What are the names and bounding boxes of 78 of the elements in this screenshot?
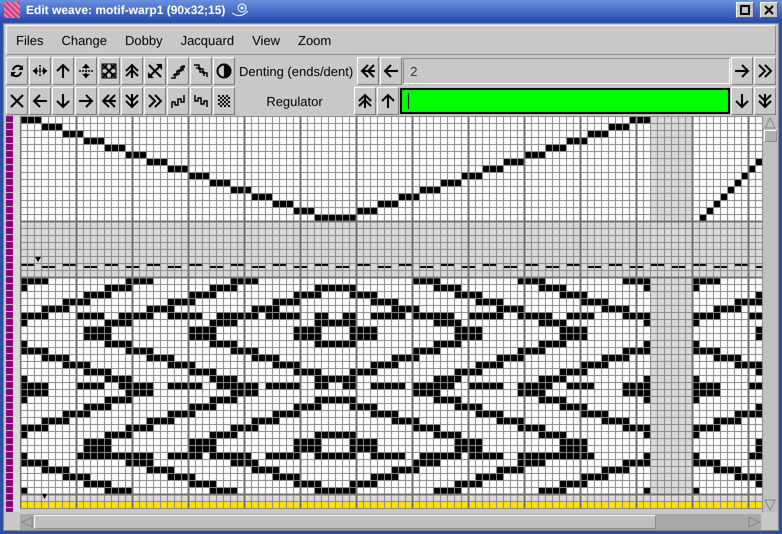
step-blocks-down-icon — [193, 93, 209, 109]
vertical-arrows-icon — [78, 63, 94, 79]
arrow-right-button[interactable] — [731, 57, 753, 85]
maximize-icon — [740, 5, 750, 15]
cross-button[interactable] — [6, 87, 28, 115]
menu-item[interactable]: Jacquard — [172, 32, 244, 48]
diagonal-arrows-button[interactable] — [144, 57, 166, 85]
checker-pattern-icon — [101, 63, 117, 79]
arrow-right-button[interactable] — [75, 87, 97, 115]
dotted-checker-button[interactable] — [213, 87, 235, 115]
double-arrow-down-icon — [757, 93, 773, 109]
arrow-down-button[interactable] — [52, 87, 74, 115]
double-arrow-down-icon — [124, 93, 140, 109]
close-icon — [764, 5, 774, 15]
arrow-down-icon — [55, 93, 71, 109]
stairs-down-icon — [193, 63, 209, 79]
stairs-button[interactable] — [167, 57, 189, 85]
double-arrow-down-button[interactable] — [121, 87, 143, 115]
menu-item[interactable]: Files — [7, 32, 52, 48]
double-arrow-right-icon — [147, 93, 163, 109]
arrow-left-button[interactable] — [380, 57, 402, 85]
arrow-left-icon — [383, 63, 400, 79]
vertical-arrows-button[interactable] — [75, 57, 97, 85]
scrollbar-thumb[interactable] — [34, 515, 656, 529]
half-circle-icon — [216, 63, 232, 79]
double-arrow-left-icon — [101, 93, 117, 109]
horizontal-arrows-icon — [32, 63, 48, 79]
window-title: Edit weave: motif-warp1 (90x32;15) — [26, 3, 226, 17]
rotate-arrows-icon — [9, 63, 25, 79]
arrow-left-button[interactable] — [29, 87, 51, 115]
step-blocks-down-button[interactable] — [190, 87, 212, 115]
menu-item[interactable]: Zoom — [289, 32, 340, 48]
arrow-left-icon — [32, 93, 48, 109]
stairs-icon — [170, 63, 186, 79]
regulator-label: Regulator — [265, 94, 324, 108]
menu-item[interactable]: Change — [52, 32, 116, 48]
stairs-down-button[interactable] — [190, 57, 212, 85]
double-arrow-down-button[interactable] — [754, 87, 776, 115]
double-arrow-up-button[interactable] — [354, 87, 376, 115]
regulator-field[interactable] — [400, 88, 730, 114]
scrollbar-thumb[interactable] — [764, 130, 777, 142]
double-arrow-up-icon — [124, 63, 140, 79]
horizontal-arrows-button[interactable] — [29, 57, 51, 85]
app-icon — [4, 2, 20, 18]
double-arrow-right-icon — [757, 63, 773, 79]
arrow-right-icon — [78, 93, 94, 109]
double-arrow-right-button[interactable] — [144, 87, 166, 115]
swirl-icon — [231, 2, 250, 18]
double-arrow-up-button[interactable] — [121, 57, 143, 85]
step-blocks-icon — [170, 93, 186, 109]
diagonal-arrows-icon — [147, 63, 163, 79]
arrow-up-icon — [55, 63, 71, 79]
denting-field[interactable]: 2 — [403, 58, 730, 84]
checker-pattern-button[interactable] — [98, 57, 120, 85]
double-arrow-up-icon — [357, 93, 373, 109]
dotted-checker-icon — [216, 93, 232, 109]
double-arrow-left-button[interactable] — [98, 87, 120, 115]
arrow-up-button[interactable] — [52, 57, 74, 85]
horizontal-scrollbar[interactable] — [20, 514, 761, 530]
rotate-arrows-button[interactable] — [6, 57, 28, 85]
menu-item[interactable]: Dobby — [116, 32, 172, 48]
half-circle-button[interactable] — [213, 57, 235, 85]
arrow-down-button[interactable] — [731, 87, 753, 115]
menu-item[interactable]: View — [243, 32, 290, 48]
double-arrow-right-button[interactable] — [754, 57, 776, 85]
arrow-down-icon — [734, 93, 750, 109]
vertical-scrollbar[interactable] — [762, 116, 778, 512]
arrow-up-button[interactable] — [377, 87, 399, 115]
text-cursor — [408, 93, 409, 109]
close-button[interactable] — [760, 2, 778, 18]
double-arrow-left-button[interactable] — [357, 57, 380, 85]
maximize-button[interactable] — [736, 2, 754, 18]
denting-label: Denting (ends/dent) — [238, 64, 354, 78]
double-arrow-left-icon — [360, 63, 376, 79]
step-blocks-button[interactable] — [167, 87, 189, 115]
arrow-right-icon — [734, 63, 750, 79]
cross-icon — [9, 93, 25, 109]
arrow-up-icon — [380, 93, 396, 109]
